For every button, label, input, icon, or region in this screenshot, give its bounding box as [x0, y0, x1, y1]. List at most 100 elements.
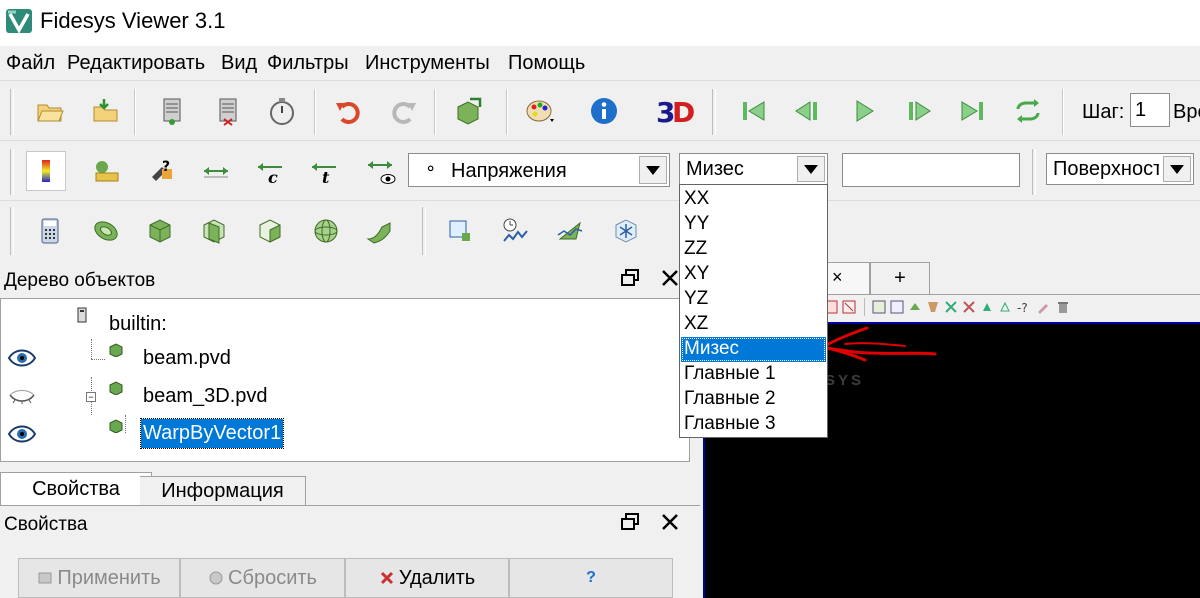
menu-help[interactable]: Помощь — [508, 52, 585, 75]
contour-button[interactable] — [86, 211, 126, 251]
select-frustum-icon[interactable] — [926, 300, 940, 314]
view-3d-button[interactable]: 3D — [652, 89, 696, 133]
rescale-custom-range-button[interactable]: c — [250, 151, 290, 191]
trash-icon[interactable] — [1056, 300, 1070, 314]
color-palette-button[interactable] — [520, 91, 560, 131]
calculator-button[interactable] — [30, 211, 70, 251]
plot-over-line-button[interactable] — [550, 211, 590, 251]
eye-open-icon[interactable] — [7, 347, 37, 369]
toolbar-grip[interactable] — [712, 89, 716, 135]
play-button[interactable] — [844, 91, 884, 131]
tree-row-beam-pvd[interactable]: beam.pvd — [1, 339, 689, 377]
toolbar-grip[interactable] — [10, 207, 14, 255]
rescale-custom-button[interactable]: ? — [142, 151, 182, 191]
add-view-tab-button[interactable]: + — [870, 262, 930, 294]
variable-combobox[interactable]: ∘ Напряжения — [408, 153, 670, 187]
dropdown-option-xz[interactable]: XZ — [681, 312, 826, 337]
warp-button[interactable] — [360, 211, 400, 251]
chevron-down-icon[interactable] — [639, 156, 667, 184]
clip-button[interactable] — [140, 211, 180, 251]
load-state-button[interactable] — [86, 91, 126, 131]
menu-file[interactable]: Файл — [6, 52, 55, 75]
toggle-color-legend-button[interactable] — [26, 151, 66, 191]
redo-button[interactable] — [384, 91, 424, 131]
clear-selection-icon[interactable] — [1036, 300, 1050, 314]
close-tab-icon[interactable]: × — [832, 267, 843, 288]
select-cells-icon[interactable] — [890, 300, 904, 314]
undock-icon[interactable] — [620, 512, 640, 532]
info-button[interactable] — [584, 91, 624, 131]
toolbar-grip[interactable] — [10, 89, 14, 135]
tree-row-builtin[interactable]: builtin: — [1, 301, 689, 339]
sphere-grid-icon — [314, 219, 338, 243]
tree-row-warpbyvector1[interactable]: WarpByVector1 — [1, 415, 689, 453]
empty-combobox[interactable] — [842, 153, 1020, 187]
tab-information[interactable]: Информация — [140, 476, 306, 506]
edit-color-map-button[interactable] — [86, 151, 126, 191]
slice-button[interactable] — [194, 211, 234, 251]
tab-properties[interactable]: Свойства — [0, 472, 152, 506]
grow-selection-icon[interactable] — [980, 300, 994, 314]
plot-over-time-button[interactable] — [496, 211, 536, 251]
glyph-button[interactable] — [306, 211, 346, 251]
select-cells-button[interactable] — [440, 211, 480, 251]
threshold-button[interactable] — [250, 211, 290, 251]
representation-combobox[interactable]: Поверхност — [1046, 153, 1194, 185]
next-frame-button[interactable] — [898, 91, 938, 131]
dropdown-option-yy[interactable]: YY — [681, 212, 826, 237]
menu-edit[interactable]: Редактировать — [67, 52, 205, 75]
toolbar-grip[interactable] — [1032, 149, 1036, 195]
toolbar-grip[interactable] — [10, 149, 14, 195]
reset-camera-button[interactable] — [448, 91, 488, 131]
close-icon[interactable] — [660, 512, 680, 532]
dropdown-option-yz[interactable]: YZ — [681, 287, 826, 312]
cell-centers-button[interactable] — [606, 211, 646, 251]
eye-open-icon[interactable] — [7, 423, 37, 445]
dropdown-option-xy[interactable]: XY — [681, 262, 826, 287]
dropdown-option-zz[interactable]: ZZ — [681, 237, 826, 262]
camera-icon[interactable] — [842, 300, 856, 314]
menu-view[interactable]: Вид — [221, 52, 257, 75]
first-frame-button[interactable] — [734, 91, 774, 131]
timer-button[interactable] — [262, 91, 302, 131]
loop-button[interactable] — [1008, 91, 1048, 131]
help-button[interactable]: ? — [509, 558, 673, 598]
previous-frame-button[interactable] — [788, 91, 828, 131]
connect-button[interactable] — [152, 91, 192, 131]
dropdown-option-principal-3[interactable]: Главные 3 — [681, 412, 826, 437]
rescale-visible-range-button[interactable] — [360, 151, 400, 191]
chevron-down-icon[interactable] — [1163, 156, 1191, 182]
view-tab[interactable]: × — [826, 262, 870, 294]
apply-button[interactable]: Применить — [18, 558, 180, 598]
select-interactive-icon[interactable] — [962, 300, 976, 314]
select-block-icon[interactable] — [944, 300, 958, 314]
close-icon[interactable] — [660, 268, 680, 288]
dropdown-option-xx[interactable]: XX — [681, 187, 826, 212]
dropdown-option-mises-selected[interactable]: Мизес — [681, 337, 826, 362]
toolbar-grip[interactable] — [422, 207, 426, 255]
dropdown-option-principal-2[interactable]: Главные 2 — [681, 387, 826, 412]
select-surface-icon[interactable] — [908, 300, 922, 314]
undo-button[interactable] — [328, 91, 368, 131]
menu-tools[interactable]: Инструменты — [365, 52, 490, 75]
undock-icon[interactable] — [620, 268, 640, 288]
collapse-toggle-icon[interactable]: − — [86, 392, 96, 402]
eye-closed-icon[interactable] — [7, 387, 37, 407]
shrink-selection-icon[interactable] — [998, 300, 1012, 314]
svg-text:D: D — [672, 96, 694, 129]
select-points-icon[interactable] — [872, 300, 886, 314]
last-frame-button[interactable] — [952, 91, 992, 131]
rescale-data-range-button[interactable] — [196, 151, 236, 191]
step-input[interactable]: 1 — [1130, 93, 1170, 127]
menu-filters[interactable]: Фильтры — [267, 52, 349, 75]
delete-button[interactable]: Удалить — [345, 558, 509, 598]
disconnect-button[interactable] — [208, 91, 248, 131]
open-file-button[interactable] — [30, 91, 70, 131]
component-combobox[interactable]: Мизес — [679, 153, 828, 185]
rescale-temporal-button[interactable]: t — [304, 151, 344, 191]
hover-query-icon[interactable]: -? — [1016, 300, 1030, 314]
chevron-down-icon[interactable] — [797, 156, 825, 182]
tree-row-beam-3d-pvd[interactable]: − beam_3D.pvd — [1, 377, 689, 415]
reset-button[interactable]: Сбросить — [180, 558, 345, 598]
dropdown-option-principal-1[interactable]: Главные 1 — [681, 362, 826, 387]
